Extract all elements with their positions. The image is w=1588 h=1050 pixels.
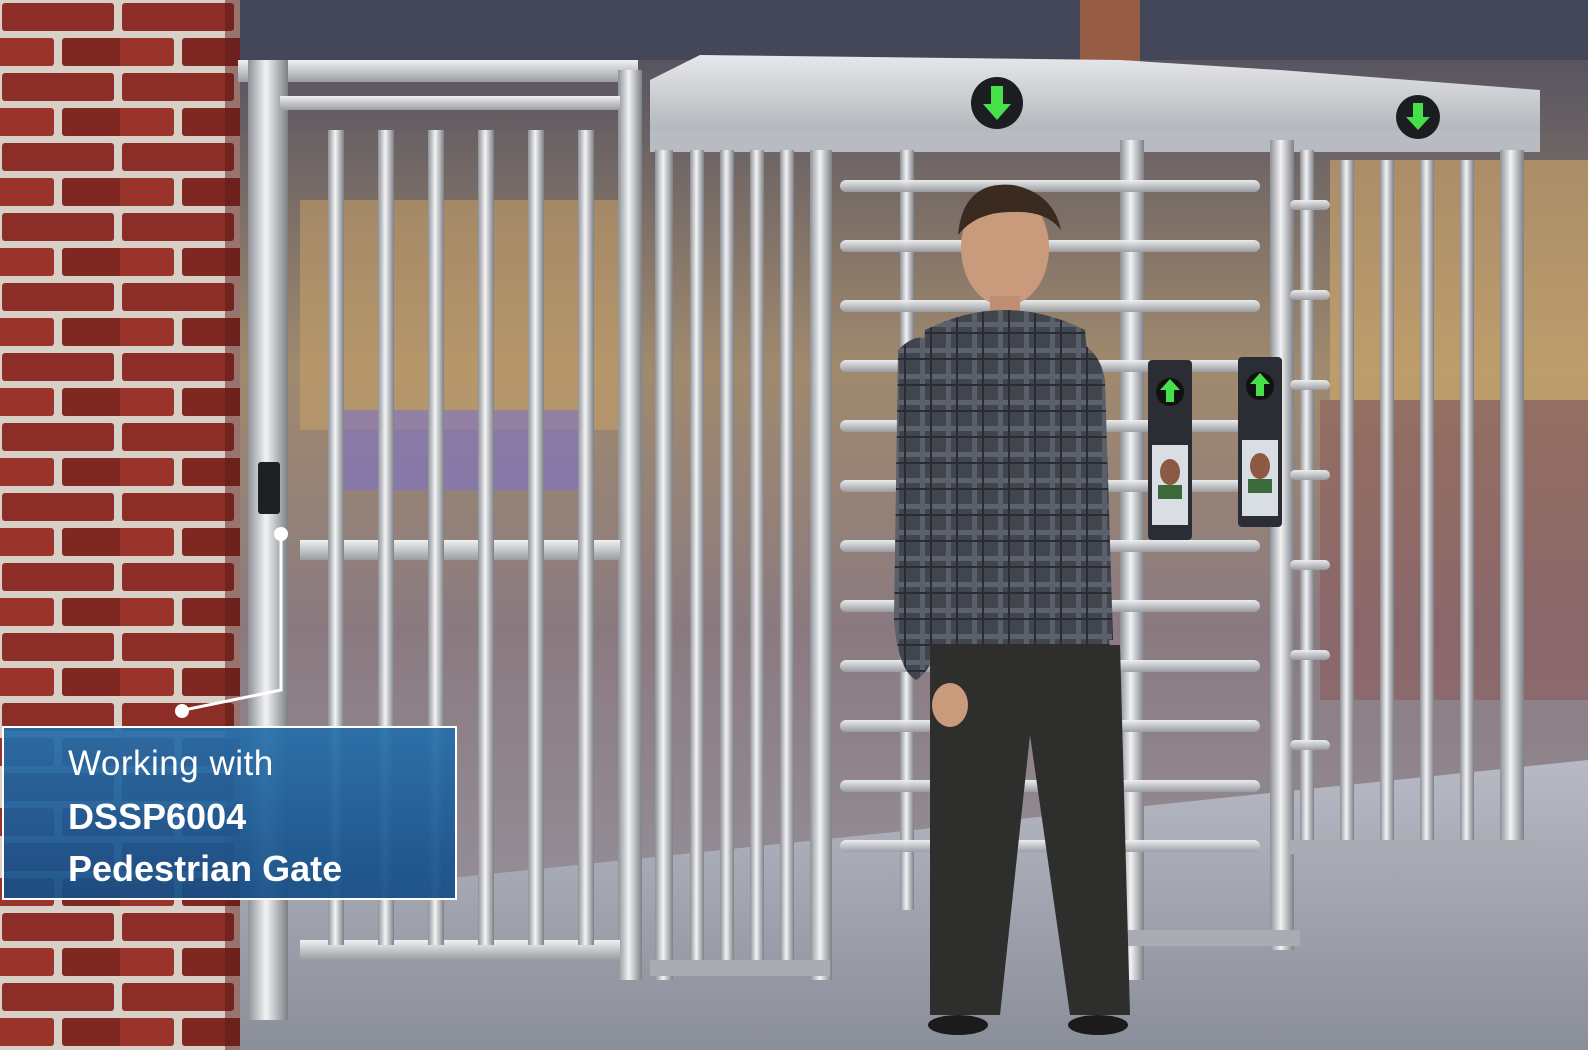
card-reader-icon <box>258 462 280 514</box>
caption-line-product: Pedestrian Gate <box>68 848 343 889</box>
face-terminal-1 <box>1148 360 1192 540</box>
arrow-down-icon <box>1396 95 1440 139</box>
arrow-down-icon <box>971 77 1023 129</box>
caption-line-working-with: Working with <box>68 744 274 783</box>
caption-box: Working with DSSP6004 Pedestrian Gate <box>2 726 457 900</box>
caption-line-model: DSSP6004 <box>68 796 247 837</box>
face-terminal-2 <box>1238 357 1282 527</box>
